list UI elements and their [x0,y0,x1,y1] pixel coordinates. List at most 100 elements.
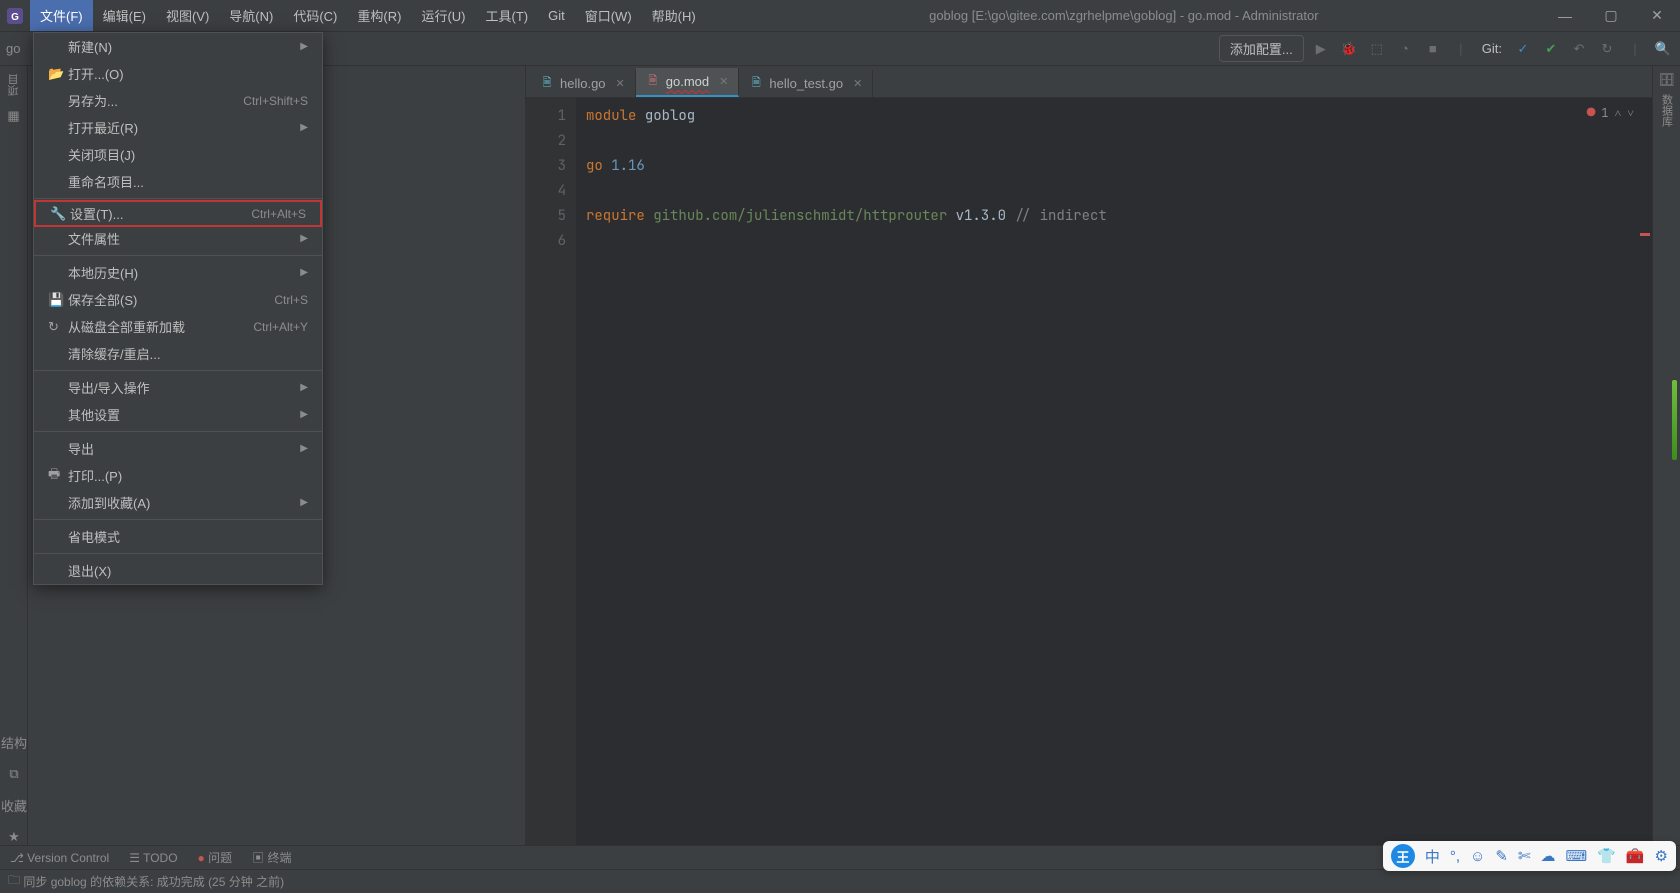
line-numbers: 1 2 3 4 5 6 [526,98,576,845]
menu-window[interactable]: 窗口(W) [575,0,642,31]
ime-lang-button[interactable]: 中 [1425,846,1440,867]
todo-tab[interactable]: ☰ TODO [129,851,177,865]
git-revert-icon[interactable]: ↻ [1596,38,1618,60]
git-commit-icon[interactable]: ✔ [1540,38,1562,60]
close-icon[interactable]: ✕ [719,75,728,88]
ime-skin-icon[interactable]: 👕 [1597,847,1616,865]
menu-item-shortcut: Ctrl+Shift+S [243,94,308,108]
editor-body[interactable]: 1 2 3 4 5 6 module goblog go 1.16 requir… [526,98,1652,845]
stop-icon[interactable]: ■ [1422,38,1444,60]
ime-logo-icon[interactable]: 王 [1391,844,1415,868]
menu-refactor[interactable]: 重构(R) [347,0,411,31]
prev-highlight-icon[interactable]: ˄ [1614,105,1621,121]
submenu-arrow-icon: ▶ [300,41,308,52]
ime-keyboard-icon[interactable]: ⌨ [1566,847,1588,865]
code-area[interactable]: module goblog go 1.16 require github.com… [576,98,1652,845]
svg-text:G: G [11,12,19,23]
menu-code[interactable]: 代码(C) [283,0,347,31]
structure-tool-tab[interactable]: 结构 [1,733,27,752]
ime-toolbox-icon[interactable]: 🧰 [1626,847,1645,865]
run-icon[interactable]: ▶ [1310,38,1332,60]
menu-item-shortcut: Ctrl+S [274,293,308,307]
file-menu-item[interactable]: 添加到收藏(A)▶ [34,489,322,516]
tab-hello-test-go[interactable]: 🗎 hello_test.go ✕ [739,70,873,97]
editor-inspection-badges[interactable]: ● 1 ˄ ˅ [1587,104,1634,122]
menu-navigate[interactable]: 导航(N) [219,0,283,31]
file-menu-item[interactable]: 🖶打印...(P) [34,462,322,489]
file-menu-item[interactable]: 新建(N)▶ [34,33,322,60]
tab-label: hello.go [560,76,606,91]
menu-item-label: 重命名项目... [68,172,308,191]
file-menu-item[interactable]: 打开最近(R)▶ [34,114,322,141]
terminal-tab[interactable]: ▣ 终端 [252,849,291,866]
title-bar: G 文件(F) 编辑(E) 视图(V) 导航(N) 代码(C) 重构(R) 运行… [0,0,1680,32]
profiler-icon[interactable]: ◔ [1394,38,1416,60]
file-menu-item[interactable]: 💾保存全部(S)Ctrl+S [34,286,322,313]
menu-view[interactable]: 视图(V) [156,0,219,31]
menu-run[interactable]: 运行(U) [411,0,475,31]
menu-file[interactable]: 文件(F) [30,0,93,31]
menu-edit[interactable]: 编辑(E) [93,0,156,31]
next-highlight-icon[interactable]: ˅ [1627,105,1634,121]
status-text: 同步 goblog 的依赖关系: 成功完成 (25 分钟 之前) [23,873,284,890]
search-everywhere-icon[interactable]: 🔍 [1652,38,1674,60]
ime-settings-icon[interactable]: ⚙ [1655,847,1668,865]
tab-hello-go[interactable]: 🗎 hello.go ✕ [530,70,636,97]
git-history-icon[interactable]: ↶ [1568,38,1590,60]
problems-tab[interactable]: ● 问题 [198,849,233,866]
file-menu-item[interactable]: 其他设置▶ [34,401,322,428]
database-tool-tab[interactable]: 数据库 [1659,94,1675,127]
scroll-indicator[interactable] [1672,380,1677,460]
tab-go-mod[interactable]: 🗎 go.mod ✕ [636,68,740,97]
debug-icon[interactable]: 🐞 [1338,38,1360,60]
git-update-icon[interactable]: ✓ [1512,38,1534,60]
favorites-tool-tab[interactable]: 收藏 [1,796,27,815]
maximize-button[interactable]: ▢ [1588,0,1634,31]
submenu-arrow-icon: ▶ [300,267,308,278]
minimize-button[interactable]: ― [1542,0,1588,31]
nav-breadcrumb: go [6,41,20,56]
ime-emoji-icon[interactable]: ☺ [1470,848,1485,865]
project-icon[interactable]: ▦ [7,108,19,124]
menu-help[interactable]: 帮助(H) [642,0,706,31]
error-marker[interactable] [1640,233,1650,236]
ime-handwrite-icon[interactable]: ✎ [1495,847,1508,865]
version-control-tab[interactable]: ⎇ Version Control [10,851,109,865]
menu-item-label: 省电模式 [68,527,308,546]
menu-git[interactable]: Git [538,0,575,31]
close-button[interactable]: ✕ [1634,0,1680,31]
close-icon[interactable]: ✕ [853,77,862,90]
file-menu-item[interactable]: 关闭项目(J) [34,141,322,168]
ime-punct-icon[interactable]: °, [1450,848,1460,865]
file-menu-item[interactable]: 另存为...Ctrl+Shift+S [34,87,322,114]
menu-item-label: 设置(T)... [70,204,251,223]
file-menu-item[interactable]: 文件属性▶ [34,225,322,252]
file-menu-item[interactable]: 省电模式 [34,523,322,550]
menu-item-label: 保存全部(S) [68,290,274,309]
structure-icon[interactable]: ⧉ [9,766,18,782]
status-icon: 🗀 [8,871,20,892]
mod-file-icon: 🗎 [646,75,660,89]
ime-cloud-icon[interactable]: ☁ [1541,847,1556,865]
star-icon[interactable]: ★ [8,829,20,845]
file-menu-item[interactable]: 本地历史(H)▶ [34,259,322,286]
menu-tools[interactable]: 工具(T) [475,0,538,31]
database-icon[interactable]: 🗄 [1658,72,1675,88]
file-menu-item[interactable]: 清除缓存/重启... [34,340,322,367]
project-tool-tab[interactable]: 项目 [6,74,22,96]
file-menu-item[interactable]: 导出/导入操作▶ [34,374,322,401]
file-menu-item[interactable]: 退出(X) [34,557,322,584]
ime-toolbar[interactable]: 王 中 °, ☺ ✎ ✄ ☁ ⌨ 👕 🧰 ⚙ [1383,841,1676,871]
add-configuration-button[interactable]: 添加配置... [1219,35,1304,62]
coverage-icon[interactable]: ⬚ [1366,38,1388,60]
file-menu-item[interactable]: ↻从磁盘全部重新加载Ctrl+Alt+Y [34,313,322,340]
menu-item-icon: 🔧 [50,206,70,222]
file-menu-item[interactable]: 重命名项目... [34,168,322,195]
file-menu-item[interactable]: 导出▶ [34,435,322,462]
close-icon[interactable]: ✕ [616,77,625,90]
file-menu-item[interactable]: 📂打开...(O) [34,60,322,87]
file-menu-item[interactable]: 🔧设置(T)...Ctrl+Alt+S [34,200,322,227]
menu-item-label: 其他设置 [68,405,294,424]
ime-clipboard-icon[interactable]: ✄ [1518,847,1531,865]
submenu-arrow-icon: ▶ [300,443,308,454]
